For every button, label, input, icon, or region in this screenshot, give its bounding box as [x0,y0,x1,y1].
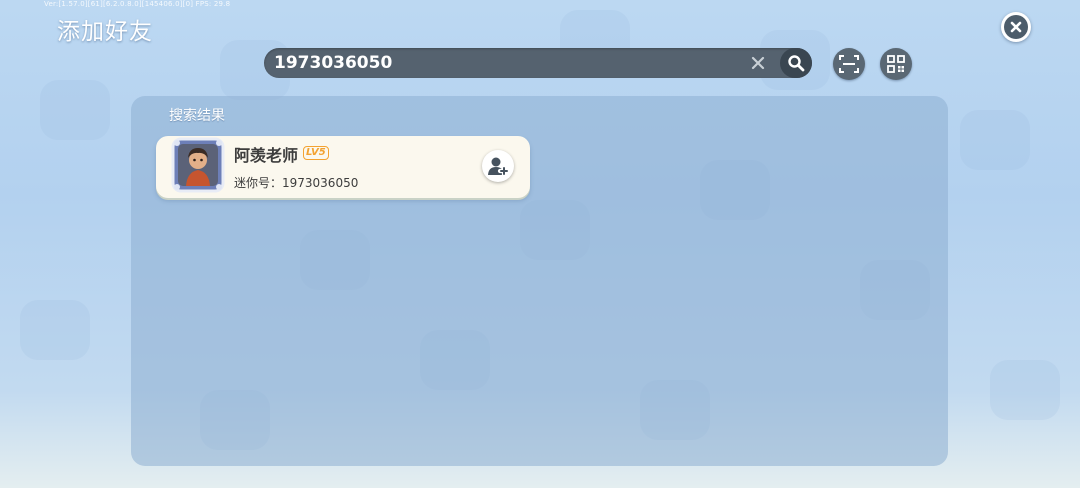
add-friend-icon [488,157,509,176]
scan-icon [839,55,859,73]
clear-icon [751,56,765,70]
friend-nickname: 阿羡老师 [234,146,299,165]
search-icon [788,55,805,72]
search-bar: 1973036050 [264,48,812,78]
search-result-card[interactable]: 阿羡老师 LV5 迷你号：1973036050 [156,136,530,198]
scan-button[interactable] [833,48,865,80]
version-info: Ver:[1.57.0][61][6.2.0.8.0][145406.0][0]… [44,0,231,8]
search-results-label: 搜索结果 [169,108,225,124]
clear-search-button[interactable] [748,53,768,73]
qr-code-icon [887,55,905,73]
search-input[interactable]: 1973036050 [274,51,392,75]
level-badge: LV5 [303,146,329,160]
add-friend-button[interactable] [482,150,514,182]
close-button[interactable] [1001,12,1031,42]
close-icon [1004,15,1028,39]
qr-code-button[interactable] [880,48,912,80]
page-title: 添加好友 [57,19,153,45]
mini-id: 迷你号：1973036050 [234,176,359,190]
avatar[interactable] [169,136,227,194]
search-button[interactable] [780,48,812,78]
